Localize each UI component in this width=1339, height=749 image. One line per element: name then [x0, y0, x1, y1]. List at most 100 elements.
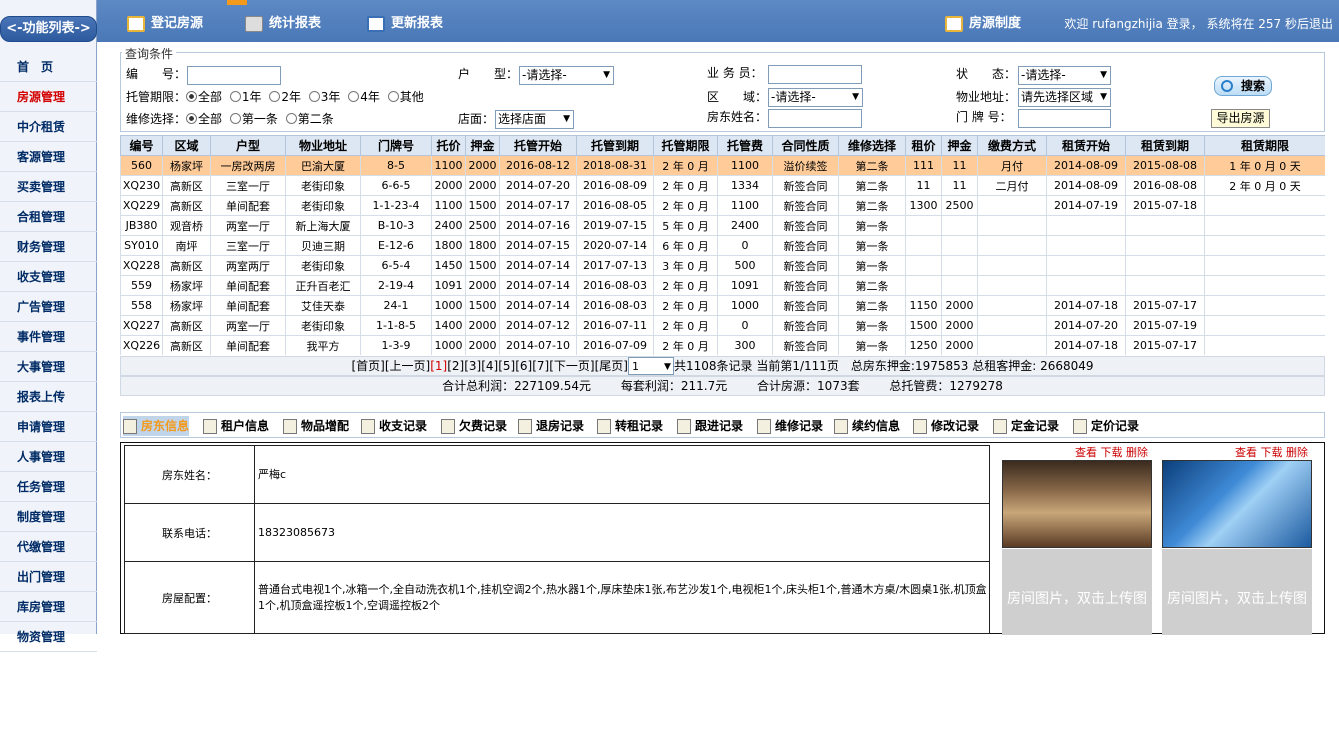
statistics-report-button[interactable]: 统计报表 [245, 14, 321, 34]
sidebar-item-17[interactable]: 出门管理 [0, 562, 97, 592]
upload-photo-slot-3[interactable]: 房间图片，双击上传图片 [1002, 549, 1152, 707]
pager-link-10[interactable]: [尾页] [595, 359, 628, 373]
term-radio-2y[interactable]: 2年 [269, 90, 301, 104]
tab-label: 转租记录 [615, 419, 664, 433]
table-row[interactable]: 558 杨家坪 单间配套 艾佳天泰 24-1 1000 1500 2014-07-14 2016… [120, 295, 1325, 316]
status-select[interactable]: -请选择- [1018, 66, 1111, 85]
table-cell: 第一条 [838, 235, 906, 256]
sidebar-item-7[interactable]: 收支管理 [0, 262, 97, 292]
search-button[interactable]: 搜索 [1214, 76, 1272, 96]
sidebar-item-19[interactable]: 物资管理 [0, 622, 97, 652]
tab-9[interactable]: 续约信息 [834, 416, 900, 436]
store-select[interactable]: 选择店面 [495, 110, 574, 129]
tab-10[interactable]: 修改记录 [913, 416, 979, 436]
sidebar-item-1[interactable]: 房源管理 [0, 82, 97, 112]
table-row[interactable]: XQ227 高新区 两室一厅 老街印象 1-1-8-5 1400 2000 2014-07-1… [120, 315, 1325, 336]
photo-1-download-link[interactable]: 下载 [1101, 446, 1123, 459]
sidebar-item-9[interactable]: 事件管理 [0, 322, 97, 352]
room-photo-interior[interactable] [1002, 460, 1152, 548]
photo-2-download-link[interactable]: 下载 [1261, 446, 1283, 459]
sidebar-item-5[interactable]: 合租管理 [0, 202, 97, 232]
tab-0[interactable]: 房东信息 [123, 416, 190, 436]
column-header: 租赁到期 [1125, 135, 1205, 156]
table-cell: 2014-07-19 [1046, 195, 1126, 216]
phone-key: 联系电话： [124, 503, 255, 562]
photo-2-view-link[interactable]: 查看 [1235, 446, 1257, 459]
table-row[interactable]: JB380 观音桥 两室一厅 新上海大厦 B-10-3 2400 2500 2014-07-1… [120, 215, 1325, 236]
tab-12[interactable]: 定价记录 [1073, 416, 1139, 436]
sidebar-item-4[interactable]: 买卖管理 [0, 172, 97, 202]
sidebar-item-11[interactable]: 报表上传 [0, 382, 97, 412]
table-cell [1204, 275, 1325, 296]
table-row[interactable]: XQ230 高新区 三室一厅 老街印象 6-6-5 2000 2000 2014-07-20 2… [120, 175, 1325, 196]
table-row[interactable]: XQ229 高新区 单间配套 老街印象 1-1-23-4 1100 1500 2014-07-… [120, 195, 1325, 216]
table-row[interactable]: 560 杨家坪 一房改两房 巴渝大厦 8-5 1100 2000 2016-08-12 2018… [120, 155, 1325, 176]
code-input[interactable] [187, 66, 281, 85]
table-cell: 月付 [977, 155, 1047, 176]
tab-11[interactable]: 定金记录 [993, 416, 1059, 436]
term-radio-1y[interactable]: 1年 [229, 90, 261, 104]
term-radio-4y[interactable]: 4年 [348, 90, 380, 104]
door-number-input[interactable] [1018, 109, 1111, 128]
sidebar-item-8[interactable]: 广告管理 [0, 292, 97, 322]
table-row[interactable]: XQ228 高新区 两室两厅 老街印象 6-5-4 1450 1500 2014-07-14 2… [120, 255, 1325, 276]
table-row[interactable]: SY010 南坪 三室一厅 贝迪三期 E-12-6 1800 1800 2014-07-15 2… [120, 235, 1325, 256]
table-row[interactable]: 559 杨家坪 单间配套 正升百老汇 2-19-4 1091 2000 2014-07-14 2… [120, 275, 1325, 296]
tab-doc-icon [518, 418, 532, 434]
pager-link-8[interactable]: [7] [532, 359, 549, 373]
tab-7[interactable]: 跟进记录 [677, 416, 743, 436]
tab-6[interactable]: 转租记录 [597, 416, 663, 436]
tab-3[interactable]: 收支记录 [361, 416, 427, 436]
table-cell: B-10-3 [360, 215, 432, 236]
sidebar-item-10[interactable]: 大事管理 [0, 352, 97, 382]
column-header: 户型 [210, 135, 286, 156]
repair-radio-all[interactable]: 全部 [186, 112, 222, 126]
term-radio-other[interactable]: 其他 [387, 90, 424, 104]
pager-link-5[interactable]: [4] [481, 359, 498, 373]
term-radio-all[interactable]: 全部 [186, 90, 222, 104]
tab-8[interactable]: 维修记录 [757, 416, 823, 436]
tab-2[interactable]: 物品增配 [283, 416, 349, 436]
sidebar-item-18[interactable]: 库房管理 [0, 592, 97, 622]
upload-photo-slot-4[interactable]: 房间图片，双击上传图片 [1162, 549, 1312, 707]
tab-5[interactable]: 退房记录 [518, 416, 584, 436]
sidebar-item-15[interactable]: 制度管理 [0, 502, 97, 532]
export-houses-button[interactable]: 导出房源 [1211, 109, 1270, 128]
sidebar-item-16[interactable]: 代缴管理 [0, 532, 97, 562]
tab-4[interactable]: 欠费记录 [441, 416, 507, 436]
room-photo-building[interactable] [1162, 460, 1312, 548]
photo-1-view-link[interactable]: 查看 [1075, 446, 1097, 459]
page-select[interactable]: 1 [627, 357, 674, 376]
pager-link-3[interactable]: [2] [447, 359, 464, 373]
pager-link-9[interactable]: [下一页] [549, 359, 594, 373]
pager-link-2[interactable]: [1] [430, 359, 447, 373]
sidebar-item-13[interactable]: 人事管理 [0, 442, 97, 472]
repair-radio-second[interactable]: 第二条 [285, 112, 334, 126]
pager-link-6[interactable]: [5] [498, 359, 515, 373]
agent-input[interactable] [768, 65, 862, 84]
table-cell: 1100 [717, 195, 773, 216]
house-policy-button[interactable]: 房源制度 [945, 14, 1021, 34]
photo-2-delete-link[interactable]: 删除 [1286, 446, 1308, 459]
repair-radio-first[interactable]: 第一条 [229, 112, 278, 126]
tab-1[interactable]: 租户信息 [203, 416, 269, 436]
owner-name-input[interactable] [768, 109, 862, 128]
term-radio-3y[interactable]: 3年 [308, 90, 340, 104]
pager-link-7[interactable]: [6] [515, 359, 532, 373]
address-select[interactable]: 请先选择区域 [1018, 88, 1111, 107]
area-select[interactable]: -请选择- [768, 88, 863, 107]
pager-link-0[interactable]: [首页] [351, 359, 384, 373]
sidebar-item-3[interactable]: 客源管理 [0, 142, 97, 172]
sidebar-item-6[interactable]: 财务管理 [0, 232, 97, 262]
sidebar-item-12[interactable]: 申请管理 [0, 412, 97, 442]
sidebar-item-2[interactable]: 中介租赁 [0, 112, 97, 142]
table-row[interactable]: XQ226 高新区 单间配套 我平方 1-3-9 1000 2000 2014-07-10 20… [120, 335, 1325, 355]
photo-1-delete-link[interactable]: 删除 [1126, 446, 1148, 459]
type-select[interactable]: -请选择- [519, 66, 614, 85]
update-report-button[interactable]: 更新报表 [367, 14, 443, 34]
pager-link-4[interactable]: [3] [464, 359, 481, 373]
sidebar-item-14[interactable]: 任务管理 [0, 472, 97, 502]
register-house-button[interactable]: 登记房源 [127, 14, 203, 34]
pager-link-1[interactable]: [上一页] [385, 359, 430, 373]
sidebar-item-0[interactable]: 首 页 [0, 52, 97, 82]
